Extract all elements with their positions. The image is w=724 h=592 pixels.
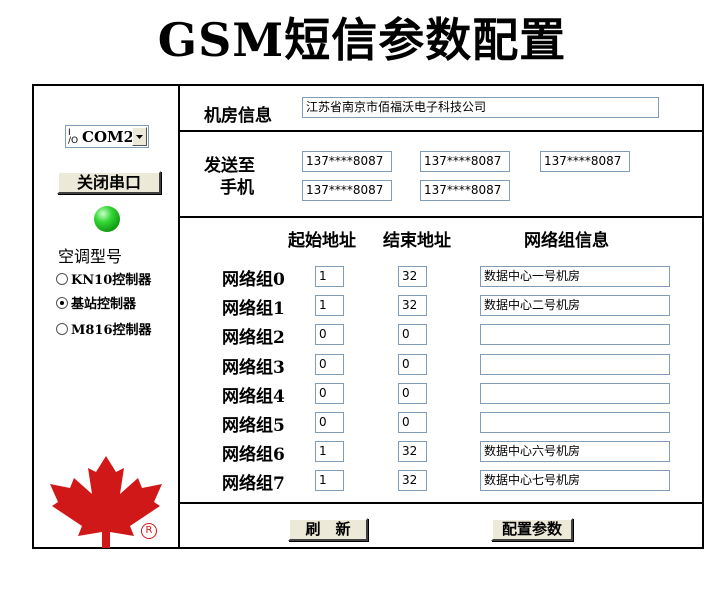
group-info-input[interactable] [480, 354, 670, 375]
com-port-select[interactable]: I/O COM2 [65, 125, 149, 148]
action-section: 刷 新 配置参数 [180, 504, 702, 547]
room-info-label: 机房信息 [204, 106, 272, 126]
left-panel: I/O COM2 关闭串口 空调型号 KN10控制器 基站控制器 M816控制器… [34, 86, 180, 548]
group-info-input[interactable]: 数据中心一号机房 [480, 266, 670, 287]
group-info-input[interactable]: 数据中心七号机房 [480, 470, 670, 491]
configure-button[interactable]: 配置参数 [491, 518, 573, 541]
group-info-input[interactable] [480, 324, 670, 345]
radio-base-station[interactable]: 基站控制器 [56, 293, 136, 312]
registered-mark: R [141, 523, 157, 539]
group-info-input[interactable]: 数据中心六号机房 [480, 441, 670, 462]
radio-label: KN10控制器 [71, 273, 152, 288]
group-start-input[interactable]: 0 [315, 324, 344, 345]
radio-kn10[interactable]: KN10控制器 [56, 269, 151, 288]
phone-input-4[interactable]: 137****8087 [302, 180, 392, 201]
group-start-input[interactable]: 1 [315, 295, 344, 316]
network-groups-section: 起始地址 结束地址 网络组信息 网络组0 1 32 数据中心一号机房网络组1 1 32 数据… [180, 218, 702, 504]
group-name-label: 网络组1 [222, 299, 285, 319]
group-start-input[interactable]: 0 [315, 383, 344, 404]
com-port-value: COM2 [82, 128, 135, 146]
chevron-down-icon [136, 135, 143, 139]
radio-label: 基站控制器 [71, 297, 137, 312]
room-info-input[interactable]: 江苏省南京市佰福沃电子科技公司 [302, 97, 659, 118]
main-frame: I/O COM2 关闭串口 空调型号 KN10控制器 基站控制器 M816控制器… [32, 84, 704, 549]
refresh-button[interactable]: 刷 新 [288, 518, 368, 541]
group-start-input[interactable]: 1 [315, 441, 344, 462]
phone-input-5[interactable]: 137****8087 [420, 180, 510, 201]
page-title: GSM短信参数配置 [157, 13, 567, 67]
group-end-input[interactable]: 0 [398, 324, 427, 345]
phone-input-1[interactable]: 137****8087 [302, 151, 392, 172]
group-info-input[interactable] [480, 383, 670, 404]
group-info-input[interactable]: 数据中心二号机房 [480, 295, 670, 316]
group-name-label: 网络组5 [222, 416, 285, 436]
header-end-address: 结束地址 [383, 231, 451, 251]
group-end-input[interactable]: 0 [398, 412, 427, 433]
radio-circle[interactable] [56, 323, 68, 335]
phone-input-2[interactable]: 137****8087 [420, 151, 510, 172]
group-name-label: 网络组4 [222, 387, 285, 407]
radio-m816[interactable]: M816控制器 [56, 319, 152, 338]
group-name-label: 网络组6 [222, 445, 285, 465]
dropdown-button[interactable] [132, 127, 147, 146]
radio-circle[interactable] [56, 273, 68, 285]
header-group-info: 网络组信息 [524, 231, 609, 251]
aircon-model-label: 空调型号 [58, 247, 123, 266]
group-start-input[interactable]: 0 [315, 354, 344, 375]
group-name-label: 网络组3 [222, 358, 285, 378]
group-end-input[interactable]: 0 [398, 354, 427, 375]
group-end-input[interactable]: 32 [398, 266, 427, 287]
group-start-input[interactable]: 1 [315, 266, 344, 287]
phone-input-3[interactable]: 137****8087 [540, 151, 630, 172]
close-port-button[interactable]: 关闭串口 [57, 171, 161, 194]
group-end-input[interactable]: 32 [398, 470, 427, 491]
group-start-input[interactable]: 0 [315, 412, 344, 433]
registered-mark-text: R [145, 525, 153, 536]
send-to-section: 发送至 手机 137****8087 137****8087 137****80… [180, 132, 702, 218]
group-end-input[interactable]: 0 [398, 383, 427, 404]
radio-circle-selected[interactable] [56, 297, 68, 309]
room-info-section: 机房信息 江苏省南京市佰福沃电子科技公司 [180, 86, 702, 132]
group-name-label: 网络组2 [222, 328, 285, 348]
radio-label: M816控制器 [71, 323, 152, 338]
io-icon: I/O [68, 128, 79, 146]
group-name-label: 网络组7 [222, 474, 285, 494]
status-led [94, 206, 120, 232]
header-start-address: 起始地址 [288, 231, 356, 251]
group-info-input[interactable] [480, 412, 670, 433]
group-start-input[interactable]: 1 [315, 470, 344, 491]
group-end-input[interactable]: 32 [398, 441, 427, 462]
send-to-label-line2: 手机 [220, 178, 254, 198]
group-name-label: 网络组0 [222, 270, 285, 290]
group-end-input[interactable]: 32 [398, 295, 427, 316]
